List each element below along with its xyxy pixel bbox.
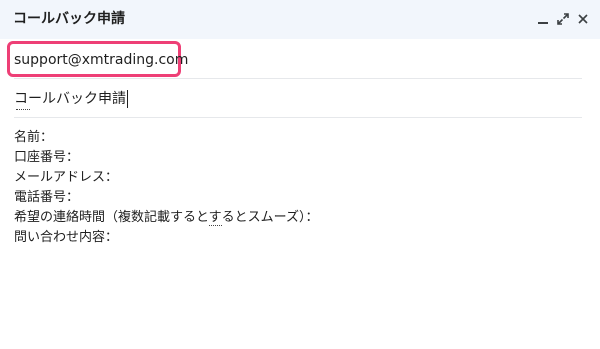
- spell-underline: [16, 109, 30, 110]
- body-line-email: メールアドレス：: [14, 170, 119, 185]
- popout-icon[interactable]: [556, 12, 570, 26]
- body-line-phone: 電話番号：: [14, 190, 80, 205]
- recipients-field[interactable]: support@xmtrading.com: [7, 41, 582, 79]
- subject-text: コールバック申請: [14, 91, 126, 107]
- window-controls: [536, 10, 590, 28]
- recipient-email[interactable]: support@xmtrading.com: [14, 51, 188, 69]
- compose-window: コールバック申請 support@xmtrading.com コールバック申請 …: [0, 0, 600, 349]
- body-line-account-number: 口座番号：: [14, 150, 80, 165]
- message-body[interactable]: 名前： 口座番号： メールアドレス： 電話番号： 希望の連絡時間（複数記載すると…: [14, 128, 582, 248]
- spell-marked-char: す: [208, 210, 222, 226]
- close-icon[interactable]: [576, 12, 590, 26]
- minimize-icon[interactable]: [536, 12, 550, 26]
- body-line-name: 名前：: [14, 130, 54, 145]
- body-line-contact-time-start: 希望の連絡時間（複数記載すると: [14, 210, 209, 225]
- text-cursor: [127, 90, 128, 108]
- body-line-inquiry: 問い合わせ内容：: [14, 230, 119, 245]
- body-line-contact-time: 希望の連絡時間（複数記載するとするとスムーズ）：: [14, 208, 582, 228]
- subject-field[interactable]: コールバック申請: [14, 79, 582, 118]
- compose-titlebar[interactable]: コールバック申請: [0, 0, 600, 39]
- subject-input[interactable]: コールバック申請: [14, 90, 128, 108]
- body-line-contact-time-end: るとスムーズ）：: [221, 210, 319, 225]
- compose-title: コールバック申請: [13, 11, 125, 27]
